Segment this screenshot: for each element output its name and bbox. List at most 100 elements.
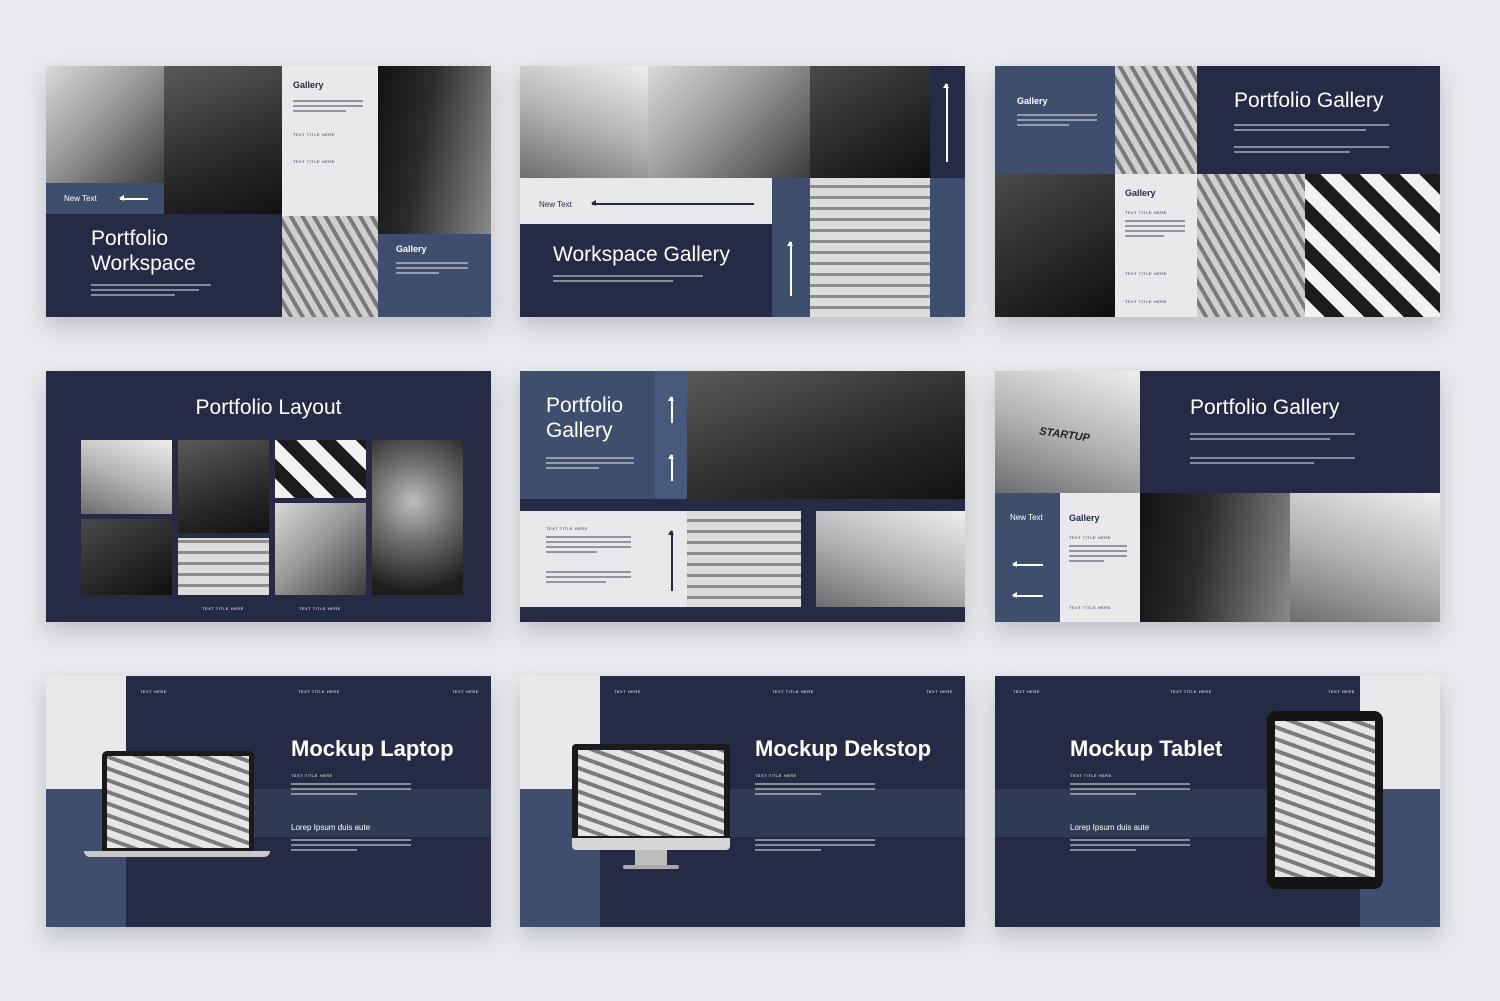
monitor-stand	[635, 850, 667, 866]
portrait-photo	[995, 174, 1115, 317]
text-title-tag: TEXT TITLE HERE	[1069, 605, 1111, 610]
body-text	[1234, 124, 1389, 134]
text-title-tag: TEXT TITLE HERE	[293, 159, 335, 164]
slide-workspace-gallery[interactable]: New Text Workspace Gallery	[520, 66, 965, 317]
staircase-photo	[810, 178, 930, 317]
body-text	[1190, 457, 1355, 467]
arrow-up-icon	[668, 530, 674, 591]
architecture-photo	[810, 66, 930, 178]
gallery-text	[396, 262, 468, 277]
arrow-up-icon	[787, 241, 793, 296]
man-portrait-photo	[1140, 493, 1290, 622]
slide-title: Mockup Dekstop	[755, 736, 932, 761]
text-title-tag: TEXT TITLE HERE	[1069, 535, 1111, 540]
new-text-label: New Text	[1010, 513, 1043, 522]
slide-mockup-laptop[interactable]: TEXT HERE TEXT TITLE HERE TEXT HERE Mock…	[46, 676, 491, 927]
text-title-tag: TEXT TITLE HERE	[293, 132, 335, 137]
header-right: TEXT HERE	[452, 689, 479, 694]
slide-mockup-tablet[interactable]: TEXT HERE TEXT TITLE HERE TEXT HERE Mock…	[995, 676, 1440, 927]
monitor-screen	[578, 750, 724, 836]
body-text	[546, 536, 631, 556]
body-text	[553, 275, 703, 285]
monitor-chin	[572, 838, 730, 850]
body-text	[1070, 839, 1190, 854]
new-text-label: New Text	[64, 194, 97, 203]
building-photo	[282, 216, 378, 317]
slide-title: Mockup Laptop	[291, 736, 454, 761]
grid-photo	[178, 538, 269, 595]
text-title-tag: TEXT TITLE HERE	[202, 606, 244, 611]
gallery-heading: Gallery	[1017, 96, 1048, 106]
crosswalk-photo	[1305, 174, 1440, 317]
subheading: Lorep Ipsum duis aute	[1070, 823, 1150, 832]
text-title-tag: TEXT TITLE HERE	[1125, 210, 1167, 215]
slide-portfolio-gallery-3[interactable]: STARTUP Portfolio Gallery New Text Galle…	[995, 371, 1440, 622]
grid-photo	[275, 440, 366, 498]
gallery-heading: Gallery	[1125, 188, 1156, 198]
gallery-heading: Gallery	[396, 244, 427, 254]
accent-column	[930, 178, 965, 317]
slide-title-line2: Gallery	[546, 419, 613, 442]
body-text	[291, 783, 411, 798]
arrow-up-icon	[668, 454, 674, 481]
slide-mockup-desktop[interactable]: TEXT HERE TEXT TITLE HERE TEXT HERE Mock…	[520, 676, 965, 927]
arrow-up-icon	[668, 396, 674, 423]
office-photo	[520, 66, 648, 178]
arrow-left-icon	[119, 195, 148, 201]
gallery-heading: Gallery	[1069, 513, 1100, 523]
text-title-tag: TEXT TITLE HERE	[1125, 271, 1167, 276]
body-text	[91, 284, 211, 299]
grid-photo	[372, 440, 463, 595]
new-text-label: New Text	[539, 200, 572, 209]
gallery-text	[1069, 545, 1127, 565]
grid-photo	[275, 503, 366, 595]
slide-title: Workspace Gallery	[553, 243, 731, 266]
slide-portfolio-gallery-2[interactable]: Portfolio Gallery TEXT TITLE HERE	[520, 371, 965, 622]
header-right: TEXT HERE	[926, 689, 953, 694]
text-title-tag: TEXT TITLE HERE	[546, 526, 588, 531]
tablet-screen	[1275, 721, 1375, 877]
sub-tag: TEXT TITLE HERE	[1070, 773, 1112, 778]
headphones-photo	[164, 66, 282, 214]
body-text	[546, 457, 634, 472]
arrow-left-icon	[1012, 561, 1043, 567]
slide-title: Portfolio Gallery	[1234, 89, 1384, 112]
arrow-left-icon	[591, 200, 754, 206]
slide-portfolio-layout[interactable]: Portfolio Layout TEXT TITLE HERE TEXT TI…	[46, 371, 491, 622]
header-mid: TEXT TITLE HERE	[1170, 689, 1212, 694]
body-text	[1070, 783, 1190, 798]
basketball-photo	[46, 66, 164, 183]
alarm-clock-photo	[816, 511, 965, 607]
balcony-photo	[687, 511, 801, 607]
body-text	[546, 571, 631, 586]
slide-portfolio-gallery[interactable]: Gallery Portfolio Gallery Gallery TEXT T…	[995, 66, 1440, 317]
body-text	[291, 839, 411, 854]
header-left: TEXT HERE	[614, 689, 641, 694]
arrow-left-icon	[1012, 592, 1043, 598]
body-text	[1190, 433, 1355, 443]
gallery-text	[1125, 220, 1185, 240]
body-text	[755, 783, 875, 798]
gallery-text	[293, 100, 363, 115]
vr-headset-photo	[648, 66, 810, 178]
slide-title: Portfolio Layout	[195, 396, 342, 419]
slide-title-line2: Workspace	[91, 252, 196, 275]
header-mid: TEXT TITLE HERE	[772, 689, 814, 694]
text-title-tag: TEXT TITLE HERE	[299, 606, 341, 611]
slide-title-line1: Portfolio	[91, 227, 169, 250]
roof-photo	[1115, 66, 1197, 174]
grid-photo	[178, 440, 269, 533]
slide-title: Mockup Tablet	[1070, 736, 1223, 761]
body-text	[755, 839, 875, 854]
header-right: TEXT HERE	[1328, 689, 1355, 694]
header-left: TEXT HERE	[1013, 689, 1040, 694]
subheading: Lorep Ipsum duis aute	[291, 823, 371, 832]
sub-tag: TEXT TITLE HERE	[755, 773, 797, 778]
slide-portfolio-workspace[interactable]: New Text Portfolio Workspace Gallery TEX…	[46, 66, 491, 317]
slide-title: Portfolio Gallery	[1190, 396, 1340, 419]
arrow-up-icon	[943, 83, 949, 162]
body-text	[1234, 146, 1389, 156]
slide-title-line1: Portfolio	[546, 394, 624, 417]
laptop-base	[84, 851, 270, 857]
lattice-photo	[1197, 174, 1305, 317]
